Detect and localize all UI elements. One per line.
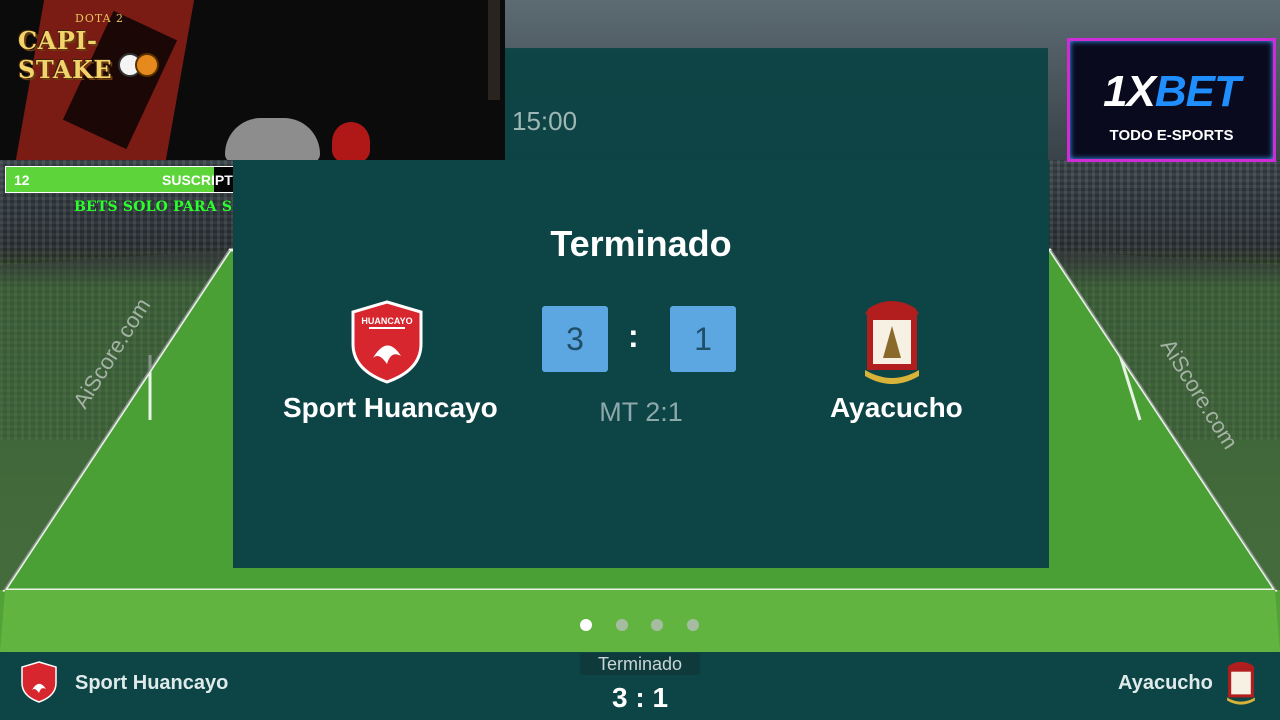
previous-slide-panel xyxy=(505,48,1048,160)
bottom-away-team: Ayacucho xyxy=(1118,672,1213,694)
capi-stake-logo: DOTA 2 CAPI-STAKE xyxy=(10,8,170,84)
subscriber-current: 12 xyxy=(14,172,30,188)
carousel-dot-2[interactable] xyxy=(616,619,628,631)
ayacucho-mini-crest-icon xyxy=(1227,661,1255,705)
bottom-scorebar: Sport Huancayo Terminado 3 : 1 Ayacucho xyxy=(0,652,1280,720)
sponsor-1xbet: 1XBET TODO E-SPORTS xyxy=(1067,38,1276,162)
match-status: Terminado xyxy=(550,223,732,264)
sponsor-tagline: TODO E-SPORTS xyxy=(1109,127,1234,144)
bottom-home-team: Sport Huancayo xyxy=(75,672,229,694)
ayacucho-crest-icon xyxy=(865,301,919,384)
carousel-dot-4[interactable] xyxy=(687,619,699,631)
match-card[interactable]: Terminado HUANCAYO 3 : 1 Sport Huancayo … xyxy=(233,160,1049,568)
sport-huancayo-mini-crest-icon xyxy=(21,661,57,703)
home-score: 3 xyxy=(542,306,608,372)
sponsor-logo-prefix: 1X xyxy=(1103,67,1156,116)
bottom-score: 3 : 1 xyxy=(611,682,669,713)
carousel-dot-3[interactable] xyxy=(651,619,663,631)
brand-small: DOTA 2 xyxy=(75,12,125,25)
sponsor-logo-main: BET xyxy=(1154,67,1241,116)
webcam-feed: DOTA 2 CAPI-STAKE xyxy=(0,0,505,160)
bottom-status: Terminado xyxy=(580,653,700,675)
away-team-name: Ayacucho xyxy=(830,392,963,423)
sport-huancayo-crest-icon: HUANCAYO xyxy=(351,300,423,384)
upcoming-time: 15:00 xyxy=(512,106,578,136)
basketball-icon xyxy=(135,53,159,77)
crest-text: HUANCAYO xyxy=(361,316,412,326)
away-score: 1 xyxy=(670,306,736,372)
score-separator: : xyxy=(628,318,639,354)
sponsor-logo: 1XBET xyxy=(1070,67,1273,117)
carousel-dot-1[interactable] xyxy=(580,619,592,631)
